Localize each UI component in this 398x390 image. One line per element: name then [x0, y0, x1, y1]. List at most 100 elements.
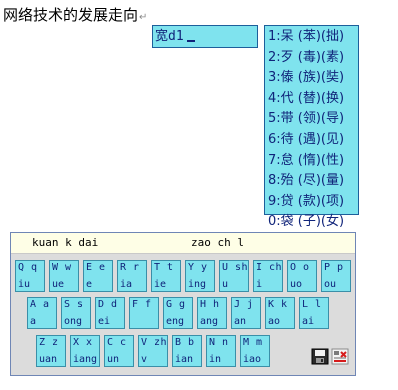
- settings-icon[interactable]: [331, 348, 349, 365]
- keyboard-key[interactable]: V zh v: [138, 335, 168, 367]
- candidate-item[interactable]: 2:歹 (毒)(素): [268, 48, 358, 69]
- key-letter: I ch: [256, 262, 283, 273]
- key-letter: R r: [120, 262, 140, 273]
- key-final: i: [256, 279, 263, 290]
- candidate-item[interactable]: 3:傣 (族)(奘): [268, 68, 358, 89]
- document-text-line[interactable]: 网络技术的发展走向↵: [3, 5, 147, 28]
- key-final: ing: [188, 279, 207, 290]
- candidate-item[interactable]: 7:怠 (惰)(性): [268, 151, 358, 172]
- keyboard-key[interactable]: I ch i: [253, 260, 283, 292]
- key-final: ou: [324, 279, 337, 290]
- key-letter: A a: [30, 299, 50, 310]
- key-final: ang: [200, 316, 219, 327]
- keyboard-key[interactable]: Q q iu: [15, 260, 45, 292]
- key-final: uan: [39, 354, 58, 365]
- key-letter: E e: [86, 262, 106, 273]
- key-letter: G g: [166, 299, 186, 310]
- keyboard-key[interactable]: O o uo: [287, 260, 317, 292]
- key-letter: P p: [324, 262, 344, 273]
- keyboard-key[interactable]: A a a: [27, 297, 57, 329]
- candidate-item[interactable]: 0:袋 (子)(女): [268, 212, 358, 233]
- key-final: an: [234, 316, 247, 327]
- key-letter: J j: [234, 299, 254, 310]
- candidate-item[interactable]: 8:殆 (尽)(量): [268, 171, 358, 192]
- key-letter: C c: [107, 337, 127, 348]
- keyboard-key[interactable]: D d ei: [95, 297, 125, 329]
- ime-soft-keyboard: kuan k dai zao ch l Q q iu W w ue E eeR r ia T…: [10, 232, 356, 376]
- keyboard-key[interactable]: K k ao: [265, 297, 295, 329]
- key-final: iao: [243, 354, 262, 365]
- key-final: eng: [166, 316, 185, 327]
- key-letter: M m: [243, 337, 263, 348]
- key-final: ong: [64, 316, 83, 327]
- keyboard-composition-strip: kuan k dai zao ch l: [11, 233, 355, 254]
- candidate-list: 1:呆 (苯)(拙) 2:歹 (毒)(素) 3:傣 (族)(奘) 4:代 (替)…: [264, 25, 359, 229]
- keyboard-key[interactable]: G g eng: [163, 297, 193, 329]
- key-final: a: [30, 316, 37, 327]
- strip-pinyin-current: kuan k dai: [32, 236, 99, 249]
- key-letter: L l: [302, 299, 322, 310]
- key-letter: K k: [268, 299, 288, 310]
- key-final: ue: [52, 279, 65, 290]
- keyboard-key[interactable]: N n in: [206, 335, 236, 367]
- key-final: e: [86, 279, 93, 290]
- key-final: ie: [154, 279, 167, 290]
- candidate-item[interactable]: 1:呆 (苯)(拙): [268, 27, 358, 48]
- composition-caret: [186, 40, 195, 42]
- strip-pinyin-next: zao ch l: [191, 236, 244, 249]
- key-letter: X x: [73, 337, 93, 348]
- key-letter: D d: [98, 299, 118, 310]
- key-letter: F f: [132, 299, 152, 310]
- candidate-item[interactable]: 4:代 (替)(换): [268, 89, 358, 110]
- document-text: 网络技术的发展走向: [3, 6, 139, 24]
- keyboard-key[interactable]: Y y ing: [185, 260, 215, 292]
- key-final: iang: [73, 354, 98, 365]
- key-final: iu: [18, 279, 31, 290]
- key-final: ai: [302, 316, 315, 327]
- paragraph-mark-icon: ↵: [139, 12, 148, 23]
- keyboard-key[interactable]: S s ong: [61, 297, 91, 329]
- keyboard-key[interactable]: F f: [129, 297, 159, 329]
- key-letter: H h: [200, 299, 220, 310]
- keyboard-key[interactable]: W w ue: [49, 260, 79, 292]
- keyboard-key[interactable]: P p ou: [321, 260, 351, 292]
- composition-text: 宽d1: [155, 29, 184, 44]
- key-final: in: [209, 354, 222, 365]
- keyboard-key[interactable]: X x iang: [70, 335, 100, 367]
- ime-composition-window: 宽d1: [152, 25, 258, 48]
- key-final: v: [141, 354, 148, 365]
- key-final: ei: [98, 316, 111, 327]
- key-final: ian: [175, 354, 194, 365]
- keyboard-key[interactable]: Z z uan: [36, 335, 66, 367]
- candidate-item[interactable]: 5:带 (领)(导): [268, 109, 358, 130]
- keyboard-key[interactable]: E e e: [83, 260, 113, 292]
- key-final: ao: [268, 316, 281, 327]
- keyboard-key[interactable]: T t ie: [151, 260, 181, 292]
- candidate-item[interactable]: 9:贷 (款)(项): [268, 192, 358, 213]
- key-letter: B b: [175, 337, 195, 348]
- save-icon[interactable]: [311, 348, 329, 365]
- keyboard-key[interactable]: U sh u: [219, 260, 249, 292]
- keyboard-key[interactable]: B b ian: [172, 335, 202, 367]
- key-letter: N n: [209, 337, 229, 348]
- key-letter: Q q: [18, 262, 38, 273]
- keyboard-key[interactable]: H h ang: [197, 297, 227, 329]
- key-final: uo: [290, 279, 303, 290]
- key-letter: Z z: [39, 337, 59, 348]
- key-letter: Y y: [188, 262, 208, 273]
- keyboard-key[interactable]: C c un: [104, 335, 134, 367]
- key-final: u: [222, 279, 229, 290]
- key-letter: W w: [52, 262, 72, 273]
- keyboard-key[interactable]: J j an: [231, 297, 261, 329]
- keyboard-key[interactable]: L l ai: [299, 297, 329, 329]
- keyboard-key[interactable]: R r ia: [117, 260, 147, 292]
- candidate-item[interactable]: 6:待 (遇)(见): [268, 130, 358, 151]
- key-letter: U sh: [222, 262, 249, 273]
- key-final: ia: [120, 279, 133, 290]
- key-letter: V zh: [141, 337, 168, 348]
- key-letter: T t: [154, 262, 174, 273]
- key-final: un: [107, 354, 120, 365]
- keyboard-key[interactable]: M m iao: [240, 335, 270, 367]
- key-letter: O o: [290, 262, 310, 273]
- key-letter: S s: [64, 299, 84, 310]
